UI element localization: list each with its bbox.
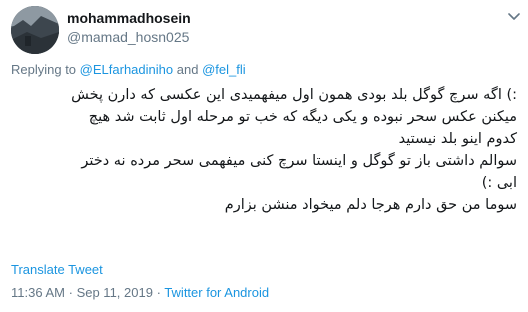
replying-prefix: Replying to bbox=[11, 62, 77, 77]
avatar-image bbox=[11, 6, 59, 54]
meta-separator: · bbox=[68, 285, 73, 300]
meta-separator: · bbox=[156, 285, 161, 300]
tweet-metadata: 11:36 AM · Sep 11, 2019 · Twitter for An… bbox=[11, 285, 269, 300]
tweet-line: ابی :) bbox=[481, 175, 517, 191]
tweet-text: :) اگه سرچ گوگل بلد بودی همون اول میفهمی… bbox=[11, 84, 517, 216]
avatar[interactable] bbox=[11, 6, 59, 54]
tweet-source-link[interactable]: Twitter for Android bbox=[164, 285, 269, 300]
tweet-line: سوالم داشتی باز تو گوگل و اینستا سرچ کنی… bbox=[81, 153, 517, 169]
tweet-line: کدوم اینو بلد نیستید bbox=[398, 131, 517, 147]
tweet-line: میکنن عکس سحر نبوده و یکی دیگه که خب تو … bbox=[88, 109, 517, 125]
tweet-date[interactable]: Sep 11, 2019 bbox=[77, 285, 153, 300]
tweet-card: mohammadhosein @mamad_hosn025 Replying t… bbox=[0, 0, 528, 312]
chevron-down-icon[interactable] bbox=[506, 8, 522, 24]
mention-link[interactable]: @fel_fli bbox=[202, 62, 246, 77]
replying-joiner: and bbox=[176, 62, 199, 77]
tweet-line: :) اگه سرچ گوگل بلد بودی همون اول میفهمی… bbox=[71, 87, 517, 103]
mention-link[interactable]: @ELfarhadiniho bbox=[80, 62, 173, 77]
display-name[interactable]: mohammadhosein bbox=[67, 10, 191, 26]
translate-tweet-link[interactable]: Translate Tweet bbox=[11, 262, 103, 277]
user-handle[interactable]: @mamad_hosn025 bbox=[67, 29, 189, 45]
tweet-line: سوما من حق دارم هرجا دلم میخواد منشن بزا… bbox=[224, 197, 517, 213]
replying-to: Replying to @ELfarhadiniho and @fel_fli bbox=[11, 62, 246, 77]
tweet-time[interactable]: 11:36 AM bbox=[11, 285, 65, 300]
